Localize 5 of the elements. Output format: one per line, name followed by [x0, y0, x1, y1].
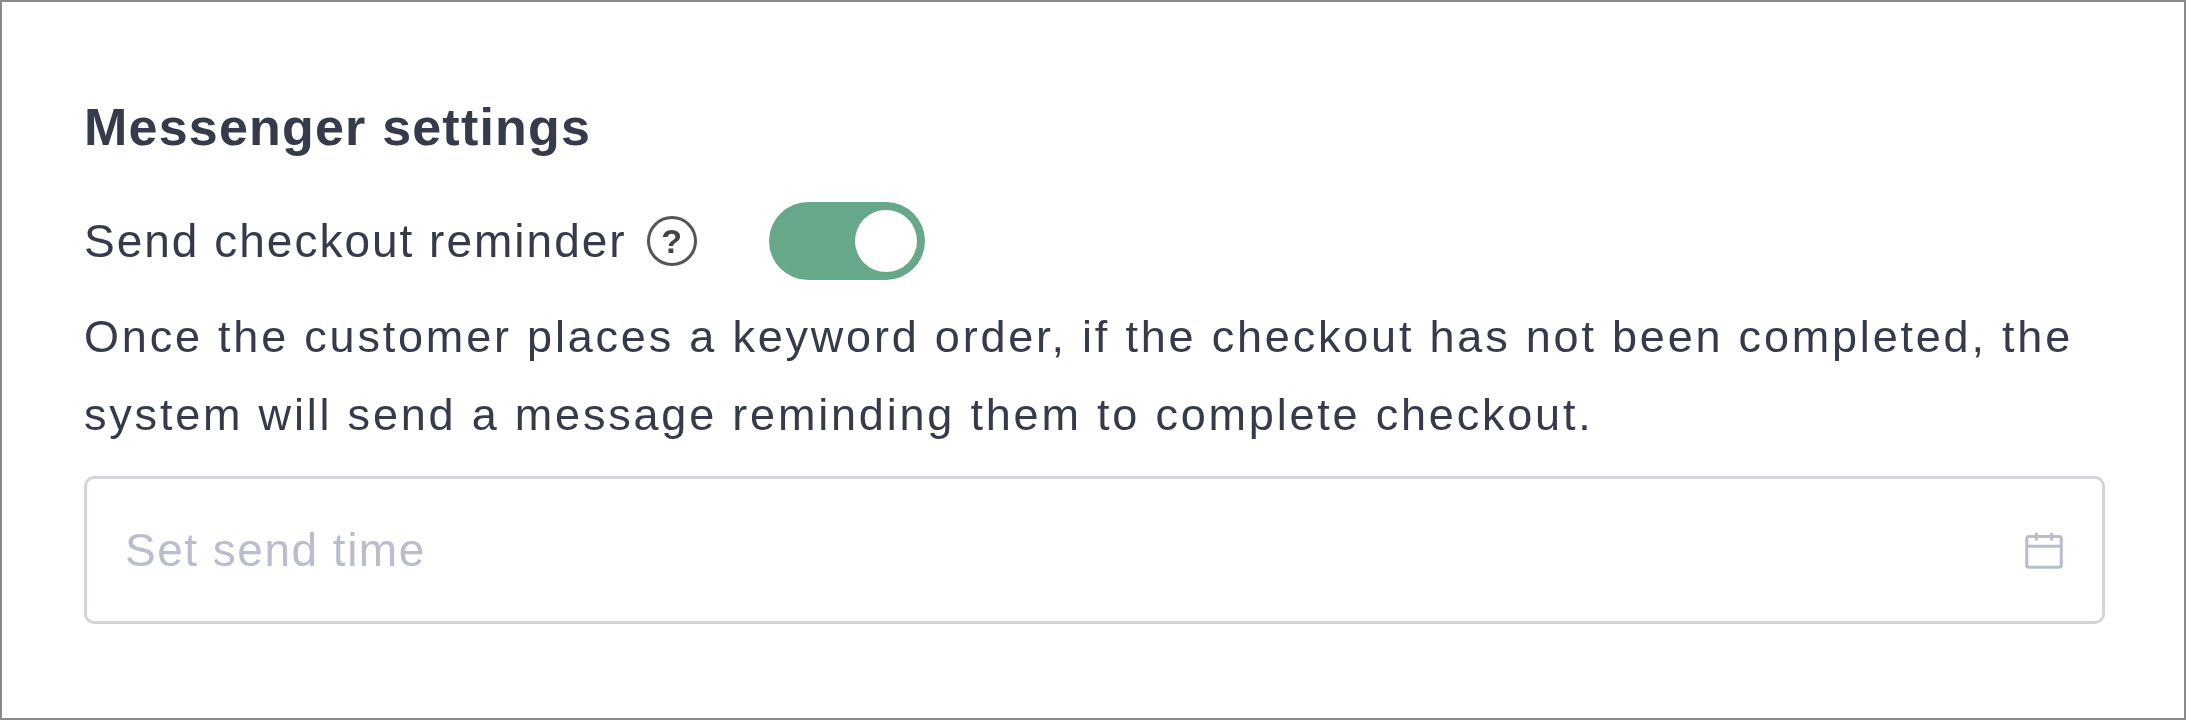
- description-text: Once the customer places a keyword order, if the checkout has not been completed, the system will send a message reminding them to complete checkout.: [84, 310, 2074, 442]
- help-icon[interactable]: ?: [646, 216, 697, 266]
- send-time-field[interactable]: Set send time: [84, 476, 2105, 624]
- section-title: Messenger settings: [84, 97, 593, 158]
- setting-label: Send checkout reminder: [84, 214, 627, 268]
